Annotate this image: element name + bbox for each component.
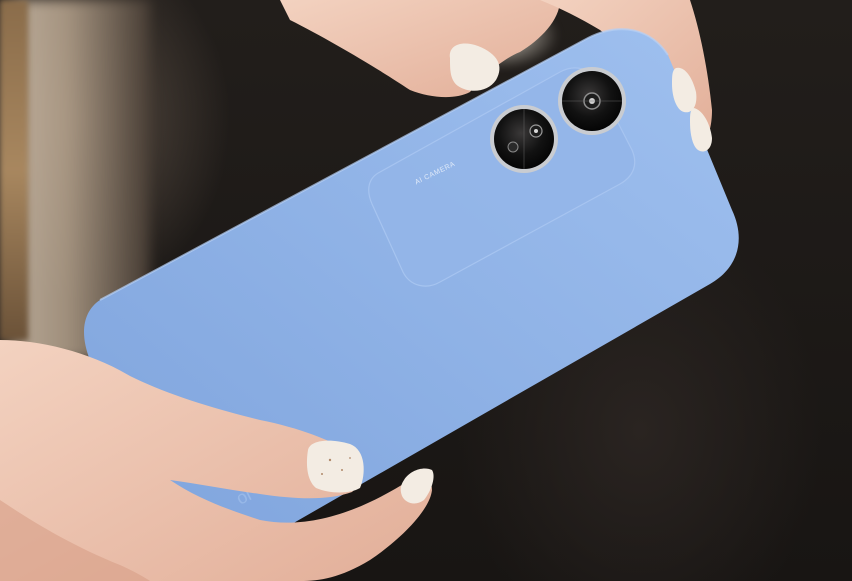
camera-lens-secondary [490, 105, 558, 173]
photo-illustration: ol [0, 0, 739, 581]
photo-scene: ol AI CAMERA [0, 0, 852, 581]
camera-lens-main [558, 67, 626, 135]
